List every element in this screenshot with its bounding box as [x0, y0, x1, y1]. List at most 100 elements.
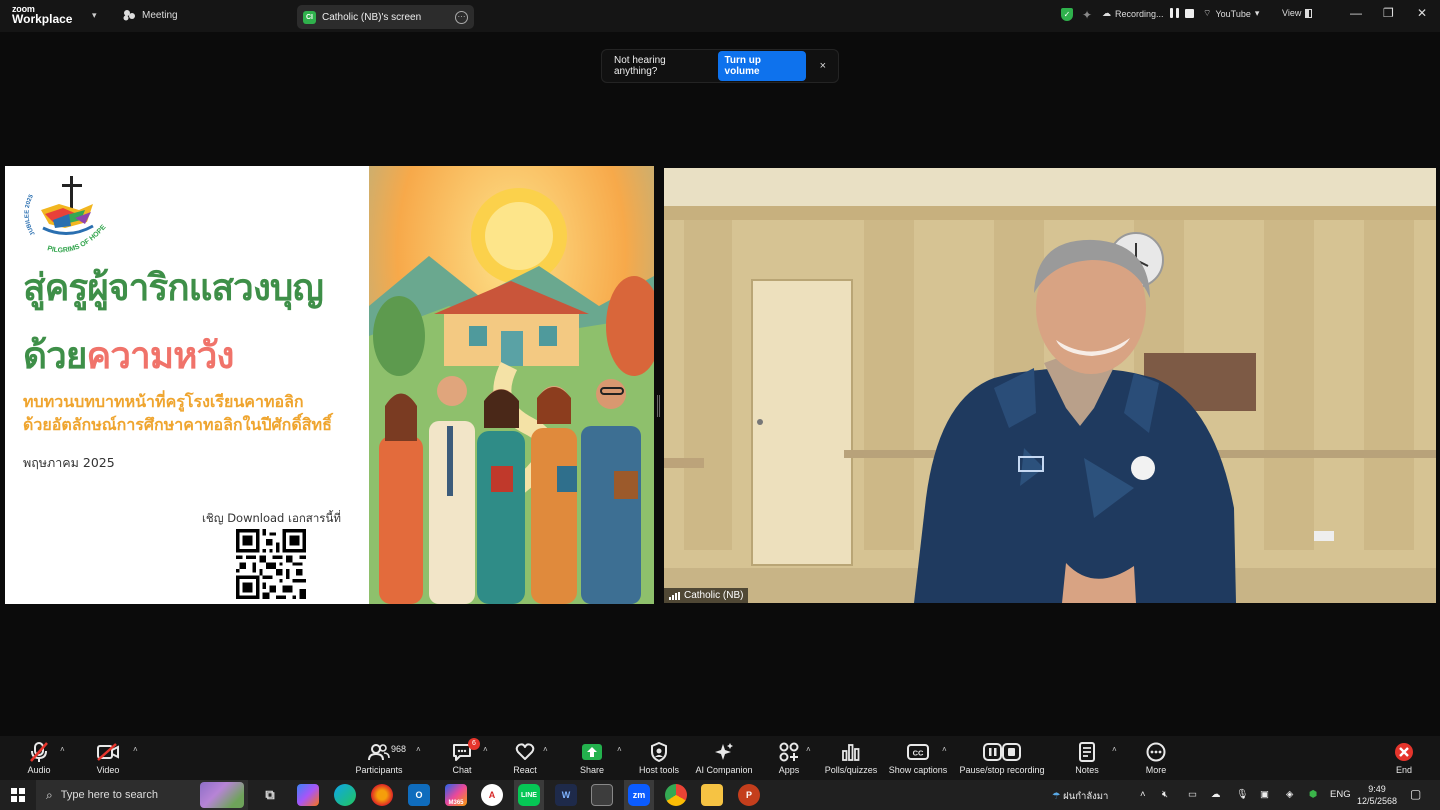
video-label: Video — [96, 765, 120, 775]
more-button[interactable]: More — [1111, 740, 1201, 775]
task-view-icon[interactable]: ⧉ — [259, 784, 281, 806]
clock-date: 12/5/2568 — [1357, 796, 1398, 806]
recording-control-label: Pause/stop recording — [959, 765, 1045, 775]
notification-center-icon[interactable]: ▢ — [1410, 787, 1421, 801]
captions-label: Show captions — [888, 765, 948, 775]
meeting-toolbar: Audio ˄ Video ˄ Participants 968 ˄ 6 Cha… — [0, 736, 1440, 780]
windows-start-icon[interactable] — [11, 788, 25, 802]
bar-chart-icon — [841, 740, 861, 764]
recording-status[interactable]: ☁ Recording... — [1102, 8, 1164, 19]
system-clock[interactable]: 9:49 12/5/2568 — [1357, 783, 1397, 807]
pause-recording-icon[interactable] — [1170, 8, 1173, 18]
security-icon[interactable]: ◈ — [1286, 789, 1293, 800]
split-view-handle[interactable] — [657, 395, 660, 417]
gear-cluster-icon — [123, 10, 135, 21]
close-icon[interactable]: × — [820, 60, 826, 72]
participant-video-tile[interactable]: Catholic (NB) — [664, 168, 1436, 603]
more-options-icon[interactable]: ··· — [455, 10, 468, 24]
participants-button[interactable]: Participants — [334, 740, 424, 775]
share-label: Share — [579, 765, 605, 775]
video-button[interactable]: Video — [63, 740, 153, 775]
firefox-icon[interactable] — [371, 784, 393, 806]
youtube-live-status[interactable]: ⌔ YouTube ▾ — [1203, 8, 1259, 19]
slide-subtitle-line1: ทบทวนบทบาทหน้าที่ครูโรงเรียนคาทอลิก — [23, 392, 304, 411]
recording-label: Recording... — [1115, 8, 1164, 19]
chat-unread-badge: 6 — [468, 738, 480, 750]
slide-title-line1: สู่ครูผู้จาริกแสวงบุญ — [23, 266, 324, 309]
chat-icon: 6 — [452, 738, 480, 764]
view-menu[interactable]: View — [1282, 8, 1313, 18]
chevron-down-icon[interactable]: ▾ — [92, 10, 97, 21]
title-prefix: ด้วย — [23, 334, 87, 377]
search-icon: ⌕ — [46, 787, 53, 802]
copilot-icon[interactable] — [297, 784, 319, 806]
closed-captions-icon: CC — [907, 740, 929, 764]
end-icon — [1394, 740, 1414, 764]
minimize-icon[interactable]: — — [1350, 6, 1362, 20]
participants-label: Participants — [355, 765, 403, 775]
m365-icon[interactable]: M365 — [445, 784, 467, 806]
outlook-icon[interactable]: O — [408, 784, 430, 806]
muted-mic-icon — [29, 740, 49, 764]
acrobat-icon[interactable]: A — [481, 784, 503, 806]
more-dots-icon — [1146, 740, 1166, 764]
network-icon[interactable]: ▣ — [1260, 789, 1269, 800]
slide-date: พฤษภาคม 2025 — [23, 455, 115, 470]
onedrive-cloud-icon[interactable]: ☁ — [1211, 789, 1221, 800]
jubilee-arc-text: JUBILEE 2025 — [24, 193, 36, 236]
captions-options-caret[interactable]: ˄ — [942, 745, 947, 754]
app-window-icon[interactable] — [591, 784, 613, 806]
microphone-icon[interactable]: 🎙︎ — [1236, 789, 1248, 800]
recording-controls — [1170, 8, 1194, 18]
share-screen-icon — [581, 740, 603, 764]
chrome-icon[interactable] — [665, 784, 687, 806]
turn-up-volume-button[interactable]: Turn up volume — [717, 51, 806, 81]
shared-screen-tab[interactable]: CI Catholic (NB)'s screen ··· — [297, 5, 474, 29]
slide-illustration — [369, 166, 654, 604]
react-label: React — [513, 765, 537, 775]
restore-icon[interactable]: ❐ — [1383, 6, 1394, 20]
shield-tray-icon[interactable]: ⬢ — [1309, 789, 1317, 800]
slide-subtitle-line2: ด้วยอัตลักษณ์การศึกษาคาทอลิกในปีศักดิ์สิ… — [23, 415, 332, 434]
stop-recording-icon[interactable] — [1185, 8, 1194, 18]
jubilee-logo: JUBILEE 2025 PILGRIMS OF HOPE — [24, 176, 108, 255]
speaker-muted-icon[interactable]: 🔇︎ — [1162, 789, 1168, 800]
edge-browser-icon[interactable] — [334, 784, 356, 806]
video-options-caret[interactable]: ˄ — [133, 745, 138, 754]
zoom-workplace-logo[interactable]: zoom Workplace — [12, 4, 72, 25]
title-bar: zoom Workplace ▾ Meeting CI Catholic (NB… — [0, 0, 1440, 32]
svg-text:PILGRIMS OF HOPE: PILGRIMS OF HOPE — [47, 224, 108, 255]
door — [751, 279, 853, 566]
audio-label: Audio — [27, 765, 51, 775]
captions-button[interactable]: CC Show captions — [873, 740, 963, 775]
encryption-shield-icon[interactable]: ✓ — [1061, 8, 1073, 21]
language-indicator[interactable]: ENG — [1330, 789, 1351, 800]
powerpoint-icon[interactable]: P — [738, 784, 760, 806]
show-hidden-icons-chevron[interactable]: ˄ — [1140, 789, 1146, 800]
title-highlight: ความหวัง — [86, 334, 234, 377]
webex-icon[interactable]: W — [555, 784, 577, 806]
pause-recording-icon-bar — [1176, 8, 1179, 18]
line-app-icon[interactable]: LINE — [518, 784, 540, 806]
view-label: View — [1282, 8, 1302, 18]
layout-icon — [1305, 8, 1313, 18]
recording-control-button[interactable]: Pause/stop recording — [952, 740, 1052, 775]
taskbar-search-box[interactable]: ⌕ Type here to search — [36, 780, 248, 810]
youtube-label: YouTube — [1215, 8, 1251, 19]
zoom-app-icon[interactable]: zm — [628, 784, 650, 806]
apps-label: Apps — [778, 765, 800, 775]
shared-screen: JUBILEE 2025 PILGRIMS OF HOPE สู่ครูผู้จ… — [5, 166, 654, 604]
meeting-label: Meeting — [142, 9, 178, 21]
end-meeting-button[interactable]: End — [1379, 740, 1429, 775]
pilgrims-of-hope-text: PILGRIMS OF HOPE — [47, 224, 108, 255]
notice-text: Not hearing anything? — [614, 55, 666, 77]
file-explorer-icon[interactable] — [701, 784, 723, 806]
shared-screen-label: Catholic (NB)'s screen — [322, 11, 422, 23]
close-icon[interactable]: ✕ — [1417, 6, 1427, 20]
signal-strength-icon — [669, 591, 680, 600]
weather-widget[interactable]: ☂ ฝนกำลังมา — [1052, 789, 1108, 804]
ai-sparkle-icon[interactable]: ✦ — [1082, 8, 1092, 22]
sparkle-icon — [714, 740, 734, 764]
device-icon[interactable]: ▭ — [1188, 789, 1197, 800]
meeting-menu[interactable]: Meeting — [122, 9, 178, 21]
